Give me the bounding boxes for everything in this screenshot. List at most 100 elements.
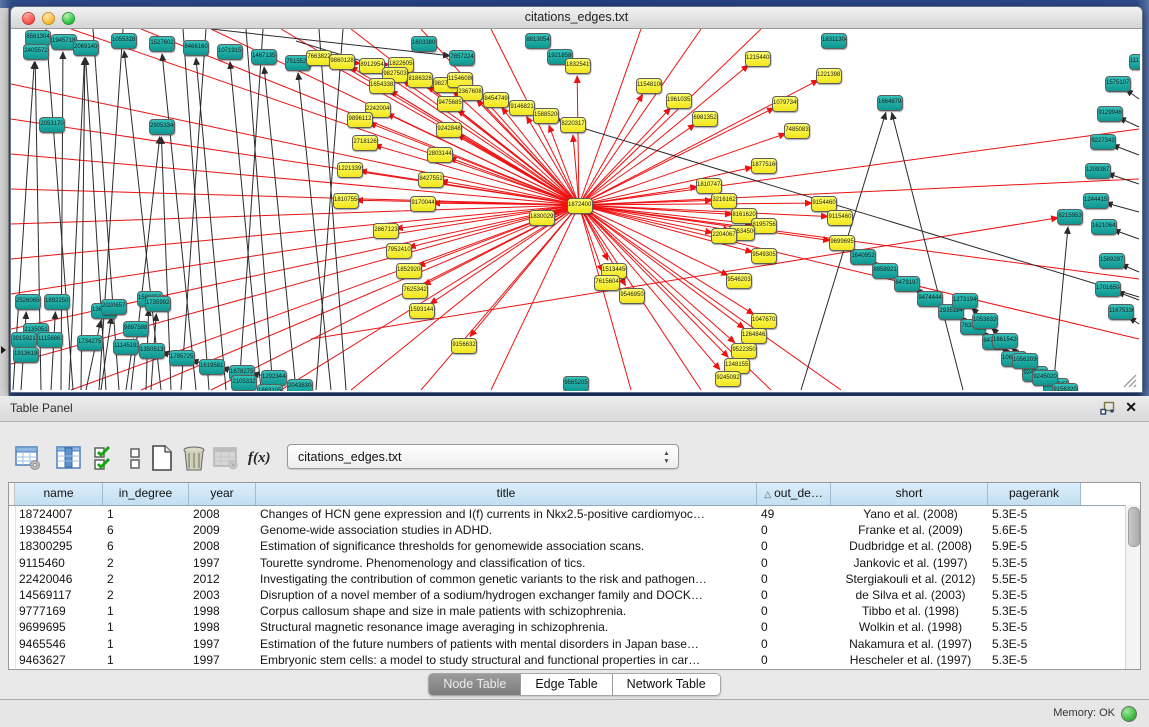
graph-node[interactable]: 13505135: [139, 343, 165, 359]
graph-node[interactable]: 19136190: [13, 347, 39, 363]
graph-node[interactable]: 18311304: [821, 33, 847, 49]
graph-node[interactable]: 20691406: [73, 40, 99, 56]
table-row[interactable]: 1872400712008Changes of HCN gene express…: [9, 506, 1140, 522]
graph-node[interactable]: 12731940: [952, 293, 978, 309]
column-visibility-icon[interactable]: [55, 444, 83, 472]
graph-node[interactable]: 9546203: [726, 273, 752, 289]
vertical-scrollbar[interactable]: [1125, 505, 1140, 669]
graph-node[interactable]: 2718126: [352, 135, 378, 151]
graph-node[interactable]: 20206576: [101, 299, 127, 315]
new-column-icon[interactable]: [148, 444, 176, 472]
graph-node[interactable]: 10719155: [217, 44, 243, 60]
network-window-titlebar[interactable]: citations_edges.txt: [11, 7, 1142, 29]
graph-node[interactable]: 20438304: [287, 379, 313, 391]
column-header-name[interactable]: name: [15, 483, 103, 505]
table-row[interactable]: 911546021997Tourette syndrome. Phenomeno…: [9, 555, 1140, 571]
expand-panel-arrow-icon[interactable]: [1, 346, 6, 354]
memory-status-indicator[interactable]: [1121, 706, 1137, 722]
graph-node[interactable]: 18615420: [992, 333, 1018, 349]
table-select-dropdown[interactable]: citations_edges.txt ▲▼: [287, 444, 679, 469]
graph-node[interactable]: 17359924: [145, 296, 171, 312]
graph-node[interactable]: 19610352: [666, 93, 692, 109]
graph-node[interactable]: 9156632: [451, 338, 477, 354]
graph-node[interactable]: 2803144: [427, 147, 453, 163]
graph-node[interactable]: 16648794: [877, 95, 903, 111]
graph-node[interactable]: 3216162: [711, 193, 737, 209]
graph-node[interactable]: 12213987: [816, 68, 842, 84]
graph-node[interactable]: 9546950: [619, 288, 645, 304]
graph-node[interactable]: 10553287: [111, 33, 137, 49]
graph-node[interactable]: 10476702: [751, 313, 777, 329]
column-header-out_de[interactable]: △out_de…: [757, 483, 831, 505]
graph-node[interactable]: 15751074: [1105, 76, 1131, 92]
graph-node[interactable]: 6479197: [894, 276, 920, 292]
graph-node[interactable]: 9129946: [1097, 106, 1123, 122]
graph-node[interactable]: 9170044: [410, 196, 436, 212]
graph-node[interactable]: 12093872: [1085, 163, 1111, 179]
close-panel-icon[interactable]: ✕: [1125, 399, 1137, 416]
graph-node[interactable]: 7952410: [386, 243, 412, 259]
graph-node[interactable]: 9699695: [829, 235, 855, 251]
graph-node[interactable]: 29053346: [149, 119, 175, 135]
graph-node[interactable]: 18724007: [567, 198, 593, 214]
graph-node[interactable]: 2867123: [373, 223, 399, 239]
graph-node[interactable]: 18529200: [396, 263, 422, 279]
tab-node-table[interactable]: Node Table: [428, 673, 521, 696]
graph-node[interactable]: 8466160: [183, 40, 209, 56]
table-row[interactable]: 2242004622012Investigating the contribut…: [9, 571, 1140, 587]
graph-node[interactable]: 11156863: [37, 332, 63, 348]
graph-node[interactable]: 9245092: [715, 371, 741, 387]
graph-node[interactable]: 2405572: [23, 44, 49, 60]
graph-node[interactable]: 9565205: [563, 376, 589, 391]
graph-node[interactable]: 9475685: [437, 96, 463, 112]
graph-node[interactable]: 9146821: [509, 100, 535, 116]
graph-node[interactable]: 16543382: [369, 78, 395, 94]
graph-node[interactable]: 12213399: [337, 162, 363, 178]
control-panel-collapsed-strip[interactable]: [0, 8, 9, 396]
graph-node[interactable]: 9896112: [347, 112, 373, 128]
graph-node[interactable]: 11145193: [113, 339, 139, 355]
table-row[interactable]: 946554611997Estimation of the future num…: [9, 636, 1140, 652]
table-row[interactable]: 1938455462009Genome-wide association stu…: [9, 522, 1140, 538]
graph-node[interactable]: 8186328: [407, 72, 433, 88]
graph-node[interactable]: 9227343: [1090, 134, 1116, 150]
float-panel-icon[interactable]: [1100, 401, 1115, 416]
graph-node[interactable]: 98975887: [123, 321, 149, 337]
graph-node[interactable]: 15892971: [1099, 253, 1125, 269]
graph-node[interactable]: 18325419: [565, 58, 591, 74]
graph-node[interactable]: 7485083: [784, 123, 810, 139]
graph-node[interactable]: 18107474: [696, 178, 722, 194]
network-graph-canvas[interactable]: 8561304194571862405572206914061055328715…: [11, 29, 1140, 391]
graph-node[interactable]: 15885200: [533, 108, 559, 124]
graph-node[interactable]: 18922505: [44, 294, 70, 310]
graph-node[interactable]: 14671355: [251, 49, 277, 65]
graph-node[interactable]: 9549305: [751, 248, 777, 264]
table-row[interactable]: 946362711997Embryonic stem cells: a mode…: [9, 652, 1140, 668]
column-header-pagerank[interactable]: pagerank: [988, 483, 1081, 505]
table-row[interactable]: 1456911722003Disruption of a novel membe…: [9, 587, 1140, 603]
graph-node[interactable]: 7857224: [449, 50, 475, 66]
graph-node[interactable]: 12648462: [741, 328, 767, 344]
graph-node[interactable]: 9156320: [1052, 383, 1078, 391]
function-builder-icon[interactable]: f(x): [248, 444, 276, 472]
graph-node[interactable]: 1640952: [850, 249, 876, 265]
graph-node[interactable]: 16195817: [199, 359, 225, 375]
graph-node[interactable]: 25260650: [15, 294, 41, 310]
column-header-year[interactable]: year: [189, 483, 256, 505]
graph-node[interactable]: 8813054: [525, 33, 551, 49]
graph-node[interactable]: 1527602: [149, 36, 175, 52]
graph-node[interactable]: 17342757: [77, 335, 103, 351]
column-header-title[interactable]: title: [256, 483, 757, 505]
graph-node[interactable]: 3915921: [11, 332, 37, 348]
table-row[interactable]: 969969511998Structural magnetic resonanc…: [9, 619, 1140, 635]
graph-node[interactable]: 15931441: [409, 303, 435, 319]
scrollbar-thumb[interactable]: [1128, 507, 1140, 547]
table-row[interactable]: 977716911998Corpus callosum shape and si…: [9, 603, 1140, 619]
table-options-icon[interactable]: [14, 444, 42, 472]
graph-node[interactable]: 8427552: [418, 172, 444, 188]
graph-node[interactable]: 12444159: [1083, 193, 1109, 209]
graph-node[interactable]: 9522350: [731, 343, 757, 359]
graph-node[interactable]: 16210643: [1091, 219, 1117, 235]
tab-network-table[interactable]: Network Table: [613, 673, 721, 696]
graph-node[interactable]: 10536320: [972, 313, 998, 329]
